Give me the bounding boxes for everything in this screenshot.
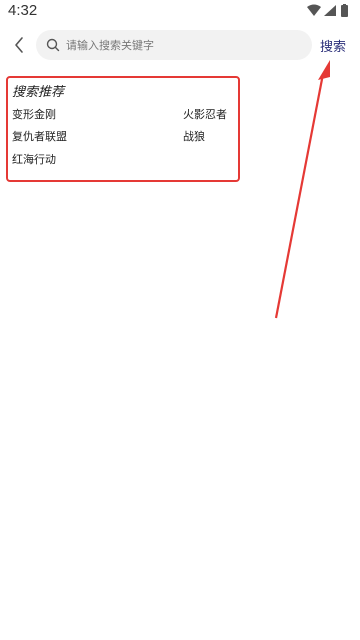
search-header: 搜索 — [0, 28, 360, 62]
recommend-item[interactable]: 变形金刚 — [12, 106, 56, 122]
recommend-title: 搜索推荐 — [12, 85, 65, 100]
chevron-left-icon — [15, 37, 23, 53]
status-icons — [307, 4, 348, 17]
search-input[interactable] — [66, 38, 306, 52]
cellular-signal-icon — [324, 5, 336, 16]
status-time: 4:32 — [8, 2, 38, 19]
search-box[interactable] — [36, 30, 312, 60]
wifi-icon — [307, 4, 321, 16]
battery-icon — [341, 5, 348, 17]
recommend-item[interactable]: 火影忍者 — [183, 106, 227, 122]
back-button[interactable] — [8, 32, 30, 58]
recommend-item[interactable]: 复仇者联盟 — [12, 128, 67, 144]
recommend-item[interactable]: 战狼 — [183, 128, 205, 144]
search-recommend-panel: 搜索推荐 变形金刚 火影忍者 复仇者联盟 战狼 红海行动 — [6, 76, 240, 182]
status-bar: 4:32 — [0, 0, 360, 24]
recommend-item[interactable]: 红海行动 — [12, 151, 56, 167]
search-button[interactable]: 搜索 — [320, 36, 346, 55]
search-icon — [46, 38, 60, 52]
